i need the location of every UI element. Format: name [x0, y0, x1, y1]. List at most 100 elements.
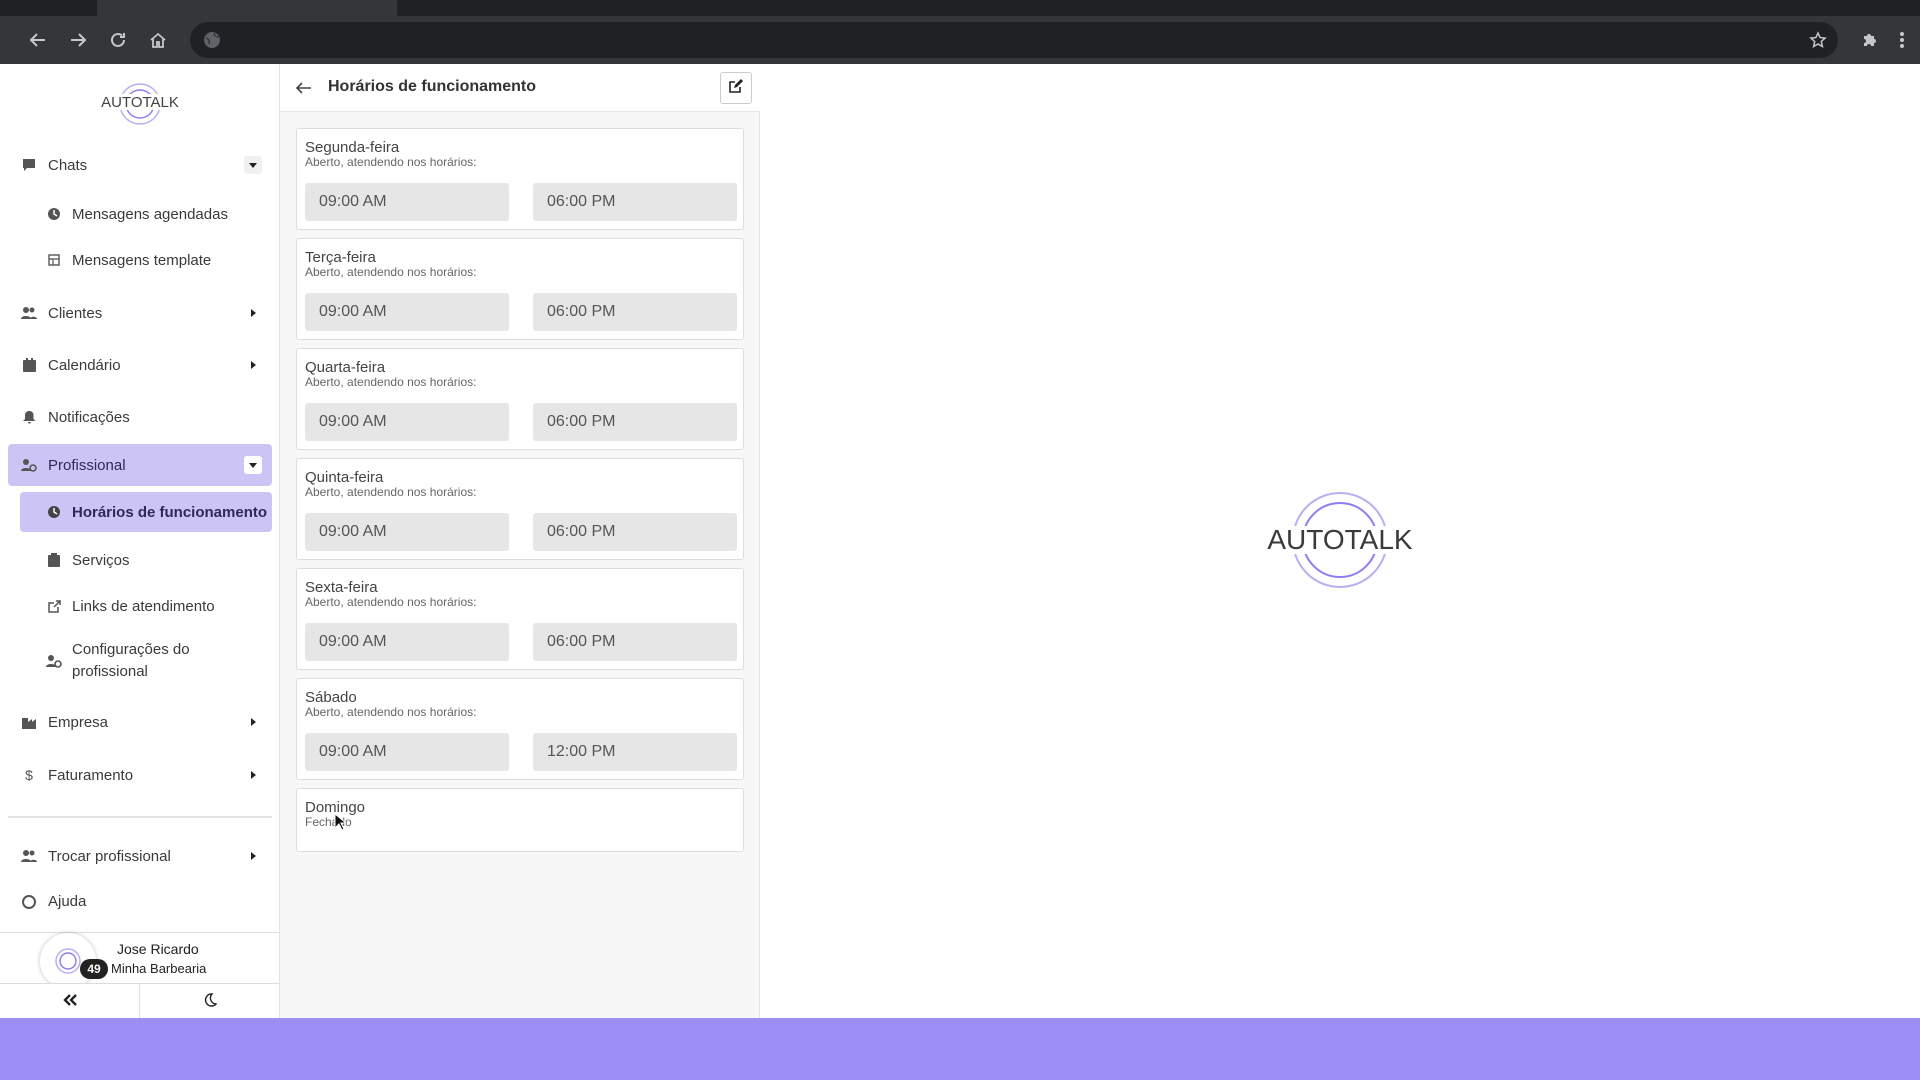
day-name: Quarta-feira — [305, 359, 386, 376]
day-card-quarta: Quarta-feira Aberto, atendendo nos horár… — [296, 348, 744, 450]
close-time-field[interactable]: 12:00 PM — [533, 733, 737, 771]
sidebar-item-label: Profissional — [48, 456, 126, 474]
moon-icon — [203, 991, 218, 1012]
autotalk-logo[interactable]: AUTOTALK — [100, 76, 180, 132]
open-time-field[interactable]: 09:00 AM — [305, 733, 509, 771]
edit-icon — [729, 78, 743, 98]
sidebar-item-trocar-profissional[interactable]: Trocar profissional — [8, 835, 272, 877]
day-card-sexta: Sexta-feira Aberto, atendendo nos horári… — [296, 568, 744, 670]
back-arrow-icon[interactable] — [292, 76, 316, 100]
clipboard-icon — [46, 552, 62, 568]
back-arrow-icon[interactable] — [24, 26, 52, 54]
sidebar-item-label: Trocar profissional — [48, 847, 171, 865]
sidebar-item-profissional[interactable]: Profissional — [8, 444, 272, 486]
chevron-right-icon[interactable] — [244, 847, 262, 865]
sidebar-item-ajuda[interactable]: Ajuda — [8, 885, 272, 909]
sidebar-item-label: Serviços — [72, 551, 130, 569]
day-card-quinta: Quinta-feira Aberto, atendendo nos horár… — [296, 458, 744, 560]
star-icon[interactable] — [1804, 26, 1832, 54]
day-card-sabado: Sábado Aberto, atendendo nos horários: 0… — [296, 678, 744, 780]
open-time-field[interactable]: 09:00 AM — [305, 293, 509, 331]
sidebar-item-clientes[interactable]: Clientes — [8, 292, 272, 334]
globe-icon — [202, 30, 222, 50]
double-chevron-left-icon — [62, 991, 78, 1012]
day-name: Segunda-feira — [305, 139, 400, 156]
profile-name: Jose Ricardo — [117, 941, 199, 957]
sidebar-item-mensagens-template[interactable]: Mensagens template — [20, 240, 272, 280]
sidebar-item-chats[interactable]: Chats — [8, 144, 272, 186]
profile-company: Minha Barbearia — [111, 961, 207, 976]
day-status: Aberto, atendendo nos horários: — [305, 155, 477, 169]
bottom-bar — [0, 1018, 1920, 1080]
theme-toggle-button[interactable] — [140, 983, 279, 1018]
dollar-icon: $ — [25, 767, 33, 783]
sidebar-item-configuracoes[interactable]: Configurações do profissional — [20, 634, 272, 688]
sidebar-item-notificacoes[interactable]: Notificações — [8, 396, 272, 438]
page-title: Horários de funcionamento — [328, 78, 537, 95]
home-icon[interactable] — [144, 26, 172, 54]
edit-button[interactable] — [720, 72, 752, 104]
svg-text:AUTOTALK: AUTOTALK — [101, 94, 179, 111]
sidebar-item-label: Calendário — [48, 356, 121, 374]
browser-tab-strip — [0, 0, 1920, 16]
autotalk-logo-large: AUTOTALK — [1255, 490, 1425, 590]
users-icon — [20, 304, 38, 322]
reload-icon[interactable] — [104, 26, 132, 54]
sidebar-item-label: Empresa — [48, 713, 109, 731]
day-name: Sábado — [305, 689, 357, 706]
chevron-right-icon[interactable] — [244, 356, 262, 374]
day-card-segunda: Segunda-feira Aberto, atendendo nos horá… — [296, 128, 744, 230]
sidebar-item-calendario[interactable]: Calendário — [8, 344, 272, 386]
address-bar[interactable] — [190, 22, 1838, 58]
close-time-field[interactable]: 06:00 PM — [533, 183, 737, 221]
close-time-field[interactable]: 06:00 PM — [533, 403, 737, 441]
sidebar-item-mensagens-agendadas[interactable]: Mensagens agendadas — [20, 194, 272, 234]
template-icon — [46, 252, 62, 268]
sidebar-item-label: Mensagens template — [72, 251, 212, 269]
sidebar-item-horarios[interactable]: Horários de funcionamento — [20, 492, 272, 532]
user-gear-icon — [20, 456, 38, 474]
day-status: Aberto, atendendo nos horários: — [305, 705, 477, 719]
open-time-field[interactable]: 09:00 AM — [305, 183, 509, 221]
open-time-field[interactable]: 09:00 AM — [305, 403, 509, 441]
mouse-cursor-icon — [334, 812, 348, 836]
close-time-field[interactable]: 06:00 PM — [533, 623, 737, 661]
chevron-down-icon[interactable] — [244, 456, 262, 474]
sidebar-item-label: Mensagens agendadas — [72, 205, 228, 223]
chevron-down-icon[interactable] — [244, 156, 262, 174]
kebab-menu-icon[interactable] — [1888, 26, 1916, 54]
open-time-field[interactable]: 09:00 AM — [305, 513, 509, 551]
chevron-right-icon[interactable] — [244, 766, 262, 784]
svg-text:AUTOTALK: AUTOTALK — [1267, 524, 1413, 555]
open-time-field[interactable]: 09:00 AM — [305, 623, 509, 661]
collapse-sidebar-button[interactable] — [0, 983, 140, 1018]
puzzle-icon[interactable] — [1856, 26, 1884, 54]
day-status: Aberto, atendendo nos horários: — [305, 485, 477, 499]
close-time-field[interactable]: 06:00 PM — [533, 513, 737, 551]
calendar-icon — [20, 356, 38, 374]
sidebar-item-label: Links de atendimento — [72, 597, 215, 615]
sidebar-item-servicos[interactable]: Serviços — [20, 540, 272, 580]
sidebar-item-empresa[interactable]: Empresa — [8, 701, 272, 743]
chevron-right-icon[interactable] — [244, 304, 262, 322]
browser-tab[interactable] — [97, 0, 397, 16]
external-link-icon — [46, 598, 62, 614]
day-name: Sexta-feira — [305, 579, 378, 596]
sidebar-item-label: Configurações do profissional — [72, 641, 190, 680]
day-status: Aberto, atendendo nos horários: — [305, 595, 477, 609]
sidebar-item-label: Ajuda — [48, 893, 87, 909]
forward-arrow-icon[interactable] — [64, 26, 92, 54]
chevron-right-icon[interactable] — [244, 713, 262, 731]
day-status: Aberto, atendendo nos horários: — [305, 265, 477, 279]
opening-hours-panel: Horários de funcionamento Segunda-feira … — [280, 64, 760, 1018]
day-name: Quinta-feira — [305, 469, 384, 486]
day-status: Aberto, atendendo nos horários: — [305, 375, 477, 389]
sidebar-item-faturamento[interactable]: $ Faturamento — [8, 754, 272, 796]
users-swap-icon — [20, 847, 38, 865]
sidebar-item-links[interactable]: Links de atendimento — [20, 586, 272, 626]
close-time-field[interactable]: 06:00 PM — [533, 293, 737, 331]
bell-icon — [20, 408, 38, 426]
sidebar-item-label: Clientes — [48, 304, 103, 322]
user-gear-icon — [46, 653, 62, 669]
sidebar-item-label: Horários de funcionamento — [72, 503, 268, 521]
